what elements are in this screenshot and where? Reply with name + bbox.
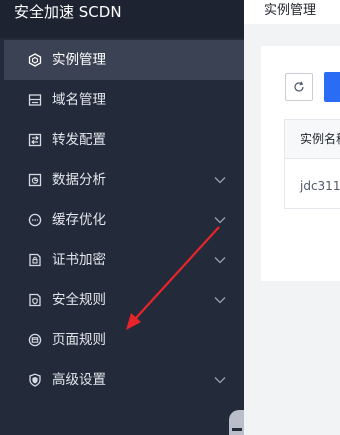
chevron-down-icon <box>213 374 227 386</box>
instance-icon <box>28 53 42 67</box>
sidebar-item-advanced-settings[interactable]: 高级设置 <box>4 360 244 400</box>
sidebar-item-cache-optimization[interactable]: 缓存优化 <box>4 200 244 240</box>
table-header: 实例名称 <box>285 120 340 159</box>
sidebar-item-label: 高级设置 <box>52 372 106 388</box>
content-panel: 实例名称 jdc3112 <box>261 46 340 281</box>
forward-icon <box>28 133 42 147</box>
chevron-down-icon <box>213 214 227 226</box>
domain-icon <box>28 93 42 107</box>
cache-icon <box>28 213 42 227</box>
table-cell-instance-name[interactable]: jdc3112 <box>300 178 340 194</box>
sidebar-item-security-rules[interactable]: 安全规则 <box>4 280 244 320</box>
breadcrumb: 实例管理 <box>264 3 317 18</box>
sidebar-item-label: 域名管理 <box>52 92 106 108</box>
collapse-icon <box>232 428 242 431</box>
analytics-icon <box>28 173 42 187</box>
chevron-down-icon <box>213 174 227 186</box>
sidebar-item-label: 实例管理 <box>52 52 106 68</box>
sidebar-item-forward-config[interactable]: 转发配置 <box>4 120 244 160</box>
sidebar-item-label: 缓存优化 <box>52 212 106 228</box>
column-header-instance-name: 实例名称 <box>300 132 340 146</box>
sidebar-item-instance-management[interactable]: 实例管理 <box>4 40 244 80</box>
top-bar: 实例管理 <box>244 0 340 24</box>
sidebar: 安全加速 SCDN 实例管理 域名管理 转发配置 数据分析 缓存优化 证书加密 … <box>0 0 244 435</box>
sidebar-item-page-rules[interactable]: 页面规则 <box>4 320 244 360</box>
sidebar-collapse-button[interactable] <box>229 410 244 435</box>
shield-icon <box>28 373 42 387</box>
sidebar-item-label: 页面规则 <box>52 332 106 348</box>
brand-header: 安全加速 SCDN <box>0 0 244 38</box>
sidebar-item-domain-management[interactable]: 域名管理 <box>4 80 244 120</box>
sidebar-item-label: 证书加密 <box>52 252 106 268</box>
refresh-icon <box>294 81 304 92</box>
chevron-down-icon <box>213 294 227 306</box>
page-rules-icon <box>28 333 42 347</box>
chevron-down-icon <box>213 254 227 266</box>
instance-table: 实例名称 jdc3112 <box>284 119 340 209</box>
primary-action-button[interactable] <box>324 72 340 102</box>
security-rules-icon <box>28 293 42 307</box>
app-title: 安全加速 SCDN <box>14 3 122 21</box>
refresh-button[interactable] <box>285 73 313 101</box>
sidebar-item-certificate-encryption[interactable]: 证书加密 <box>4 240 244 280</box>
sidebar-item-label: 安全规则 <box>52 292 106 308</box>
sidebar-item-label: 数据分析 <box>52 172 106 188</box>
sidebar-item-label: 转发配置 <box>52 132 106 148</box>
certificate-icon <box>28 253 42 267</box>
sidebar-item-data-analytics[interactable]: 数据分析 <box>4 160 244 200</box>
